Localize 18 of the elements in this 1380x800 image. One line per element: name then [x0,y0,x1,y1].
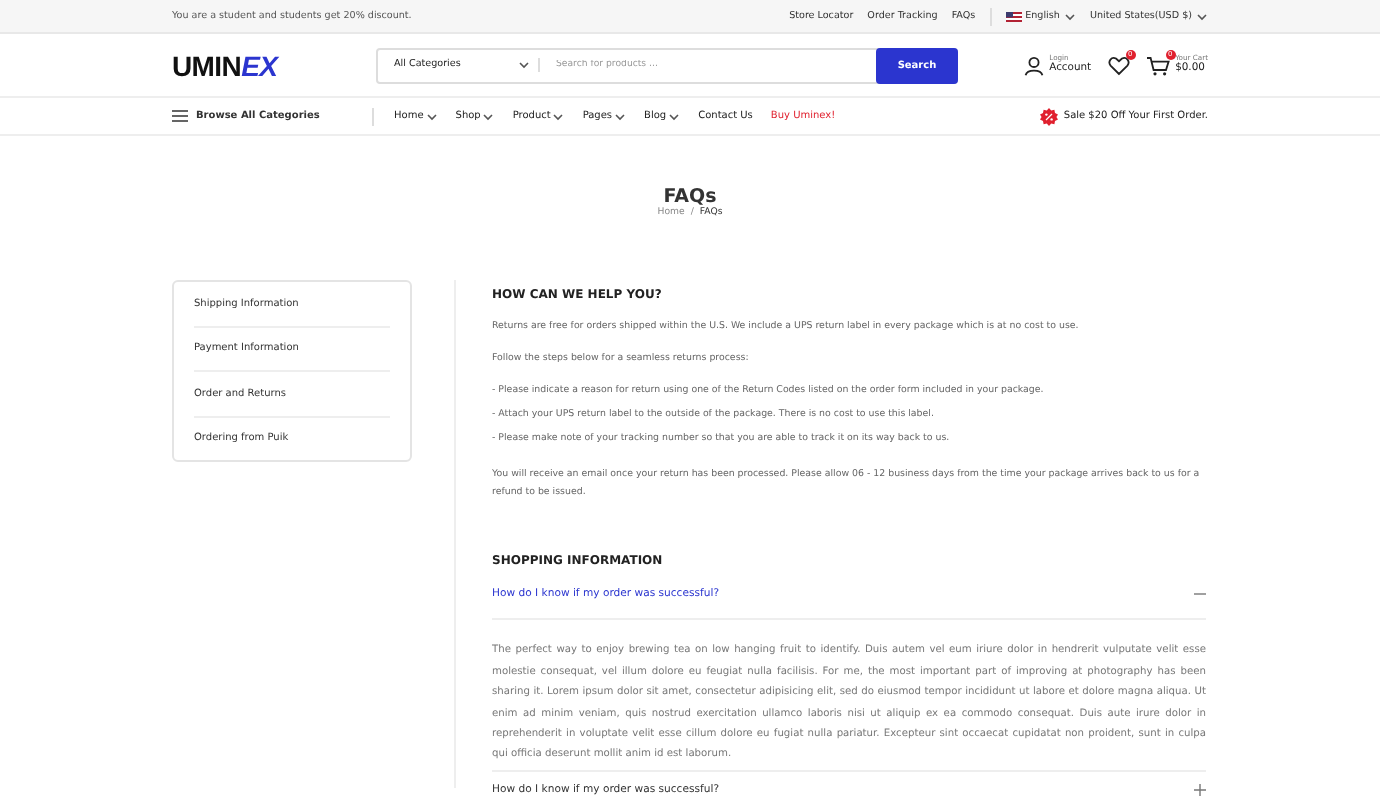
discount-badge-icon [1039,107,1058,125]
caret-icon [668,111,681,121]
us-flag-icon [1005,11,1022,21]
caret-icon [614,111,627,121]
caret-icon [1196,11,1208,21]
caret-icon [1063,11,1076,21]
minus-icon [1194,588,1206,601]
caret-icon [518,60,530,70]
plus-icon [1194,783,1206,796]
caret-icon [425,111,438,121]
logo[interactable]: UMINEX [172,49,376,81]
page-title: FAQs [663,186,717,208]
heart-icon [1107,55,1130,75]
caret-icon [482,111,495,121]
caret-icon [552,111,565,121]
cart-icon [1145,55,1170,75]
menu-icon [172,110,188,122]
user-icon [1023,55,1044,75]
